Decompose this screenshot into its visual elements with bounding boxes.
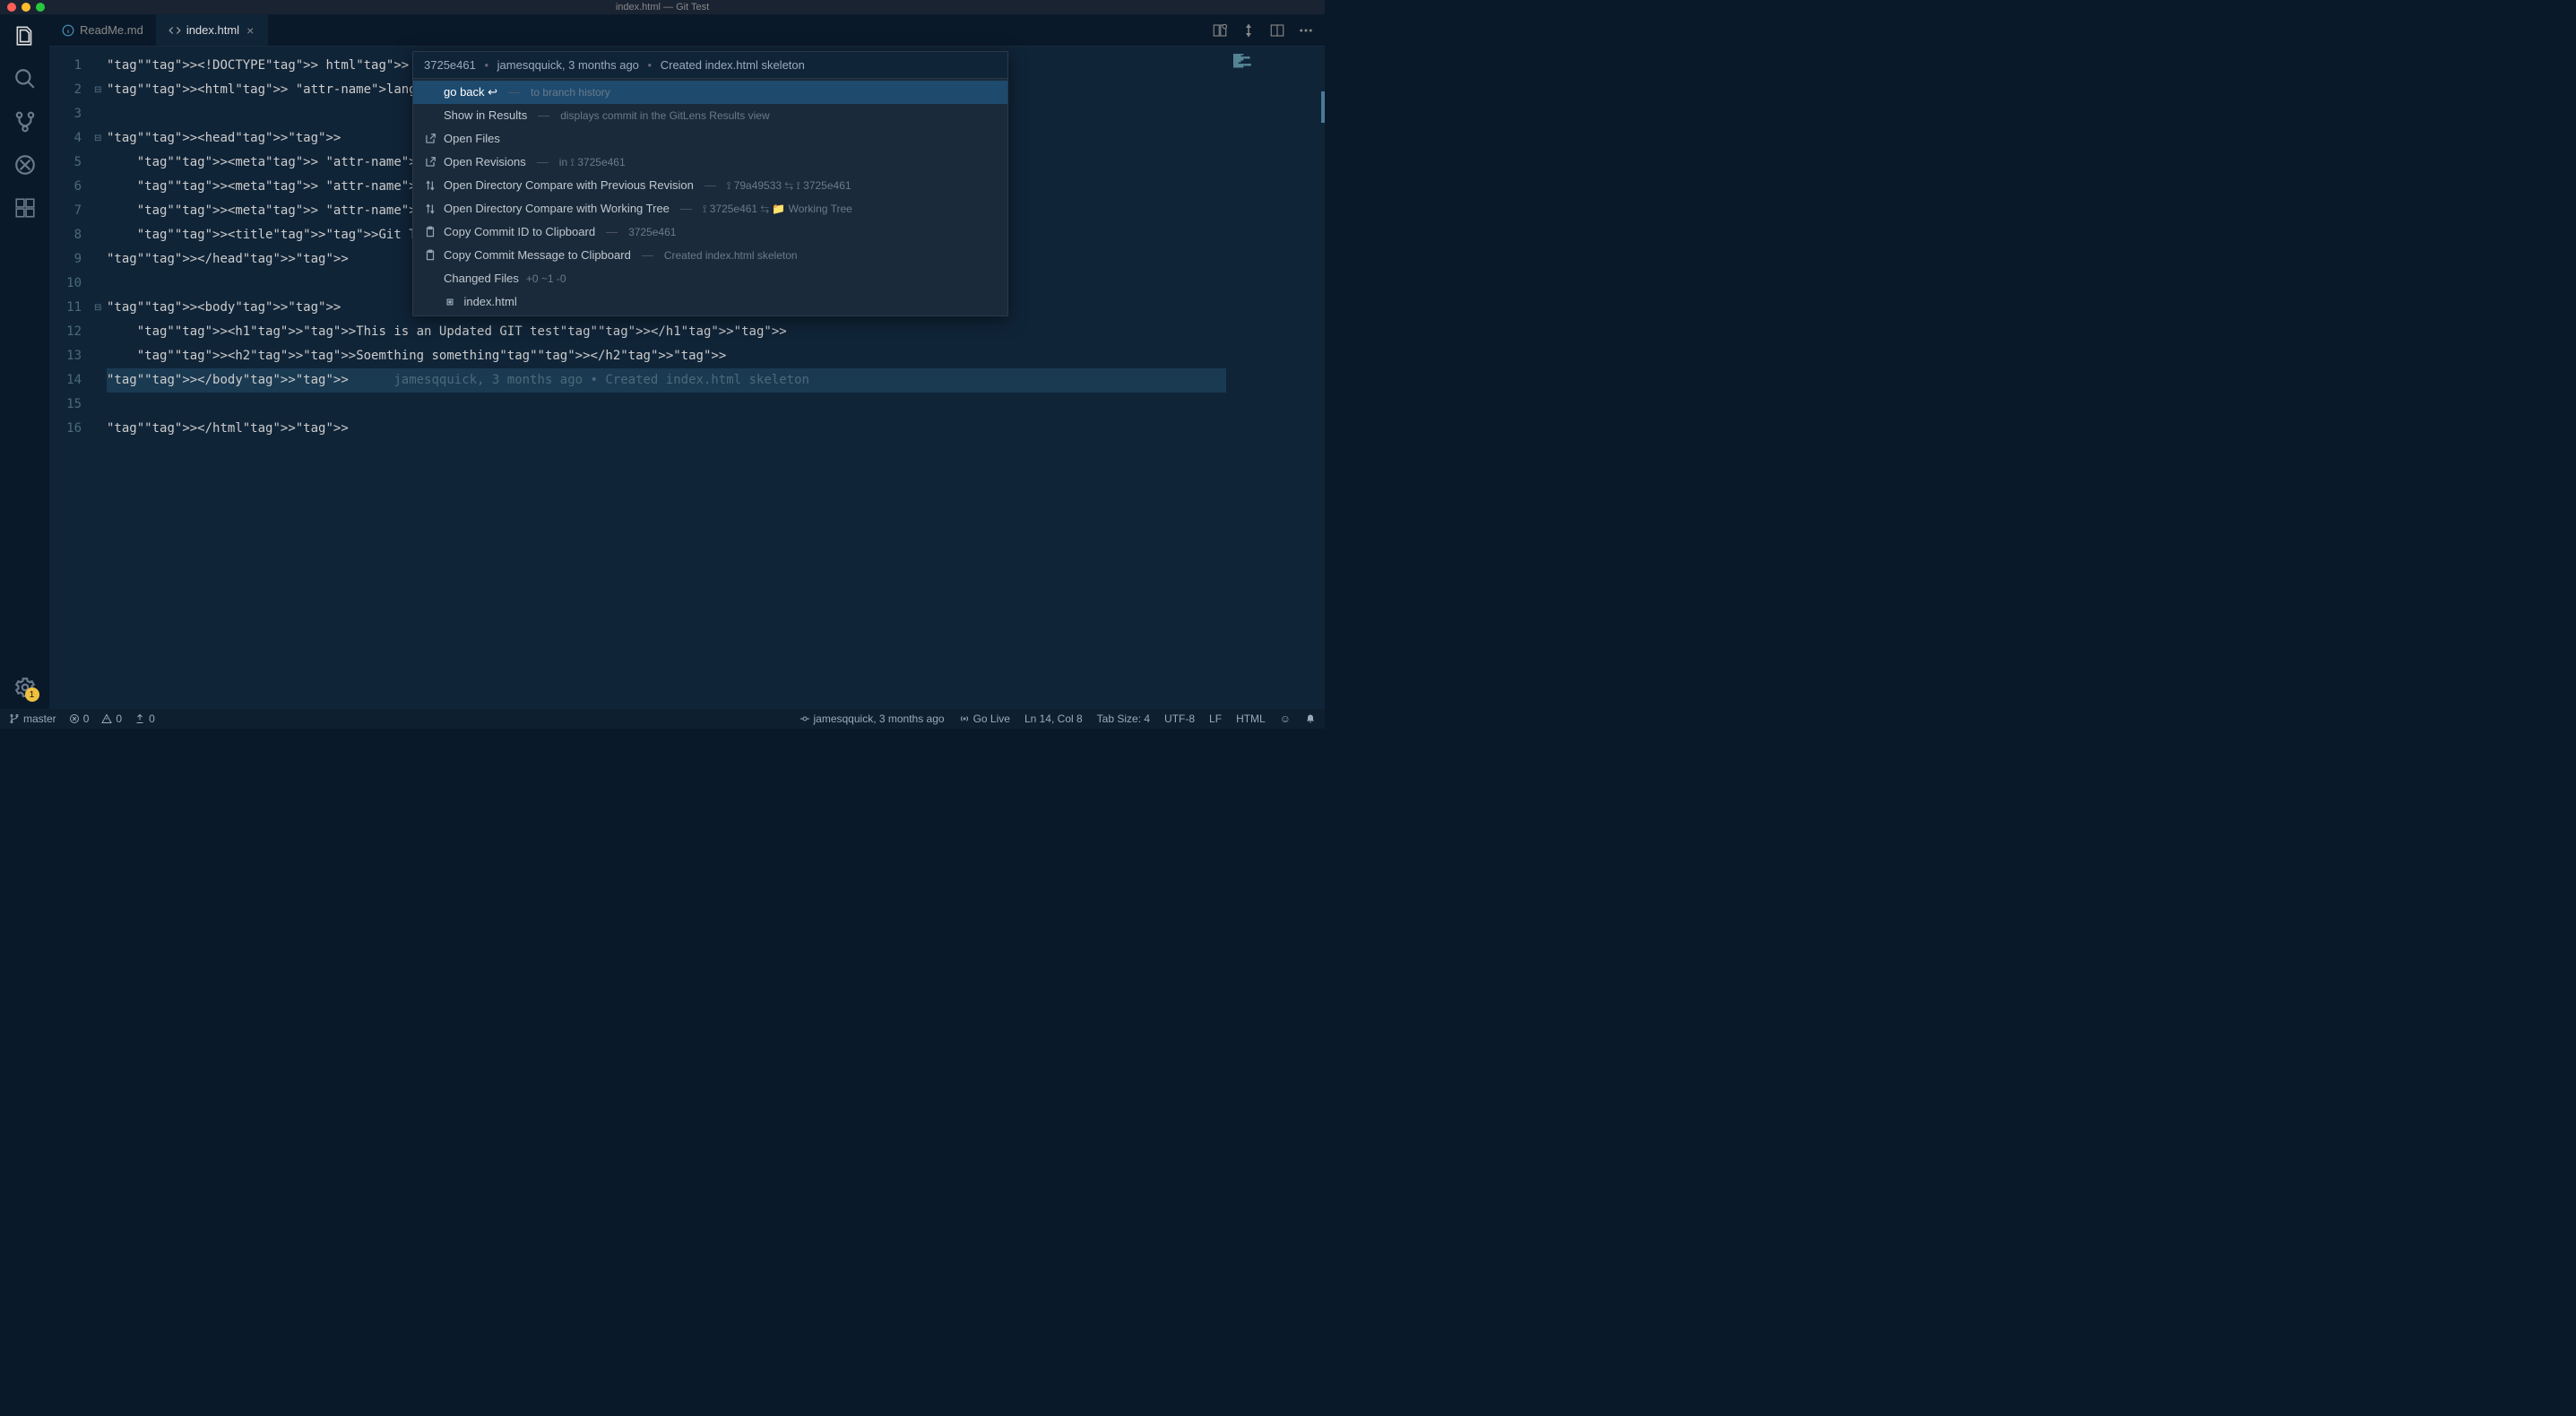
search-icon[interactable]	[13, 66, 38, 91]
encoding[interactable]: UTF-8	[1164, 712, 1195, 725]
error-icon	[69, 713, 80, 724]
palette-header: 3725e461 • jamesqquick, 3 months ago • C…	[413, 52, 1007, 79]
compare-changes-icon[interactable]	[1212, 22, 1228, 39]
palette-item-label: Copy Commit Message to Clipboard	[444, 246, 631, 265]
feedback-icon[interactable]: ☺	[1280, 712, 1291, 725]
palette-list: go back ↩—to branch historyShow in Resul…	[413, 79, 1007, 315]
tab-bar: ReadMe.md index.html ×	[49, 14, 1325, 47]
palette-item-label: index.html	[463, 292, 516, 312]
commit-message: Created index.html skeleton	[661, 58, 805, 72]
tab-index-html[interactable]: index.html ×	[156, 14, 268, 46]
palette-item-label: Open Files	[444, 129, 500, 149]
compare-icon	[424, 179, 437, 192]
palette-item[interactable]: go back ↩—to branch history	[413, 81, 1007, 104]
eol[interactable]: LF	[1209, 712, 1222, 725]
palette-item[interactable]: Copy Commit ID to Clipboard—3725e461	[413, 220, 1007, 244]
errors-indicator[interactable]: 0	[69, 712, 90, 725]
palette-item[interactable]: Open Revisions—in ⟟ 3725e461	[413, 151, 1007, 174]
minimap[interactable]: ████████████████████████████████████████…	[1226, 47, 1325, 709]
warning-icon	[101, 713, 112, 724]
explorer-icon[interactable]	[13, 23, 38, 48]
file-icon	[444, 296, 456, 308]
window-close-button[interactable]	[7, 3, 16, 12]
remote-indicator[interactable]: 0	[134, 712, 155, 725]
palette-item[interactable]: Open Files	[413, 127, 1007, 151]
status-bar: master 0 0 0 jamesqquick, 3 months ago G…	[0, 709, 1325, 729]
branch-indicator[interactable]: master	[9, 712, 56, 725]
editor[interactable]: 12345678910111213141516 ⊟⊟⊟ "tag""tag">>…	[49, 47, 1325, 709]
titlebar: index.html — Git Test	[0, 0, 1325, 14]
extensions-icon[interactable]	[13, 195, 38, 220]
tab-size[interactable]: Tab Size: 4	[1097, 712, 1150, 725]
minimap-slider[interactable]	[1321, 91, 1325, 123]
cursor-position[interactable]: Ln 14, Col 8	[1024, 712, 1083, 725]
open-icon	[424, 133, 437, 145]
commit-author: jamesqquick, 3 months ago	[497, 58, 639, 72]
code-icon	[169, 24, 181, 37]
commit-icon	[800, 713, 810, 724]
palette-item-hint: ⟟ 3725e461 ⇆ 📁 Working Tree	[703, 199, 852, 219]
activity-bar: 1	[0, 14, 49, 709]
split-editor-icon[interactable]	[1269, 22, 1285, 39]
gitlens-commit-palette: 3725e461 • jamesqquick, 3 months ago • C…	[412, 51, 1008, 316]
palette-item[interactable]: Open Directory Compare with Working Tree…	[413, 197, 1007, 220]
line-number-gutter: 12345678910111213141516	[49, 47, 94, 709]
tab-label: index.html	[186, 23, 239, 37]
palette-item-label: Open Revisions	[444, 152, 526, 172]
branch-icon	[9, 713, 20, 724]
palette-item-hint: in ⟟ 3725e461	[559, 152, 626, 172]
tab-label: ReadMe.md	[80, 23, 143, 37]
window-zoom-button[interactable]	[36, 3, 45, 12]
source-control-icon[interactable]	[13, 109, 38, 134]
clipboard-icon	[424, 249, 437, 262]
open-icon	[424, 156, 437, 168]
close-icon[interactable]: ×	[245, 23, 255, 38]
go-live-button[interactable]: Go Live	[959, 712, 1010, 725]
blame-status[interactable]: jamesqquick, 3 months ago	[800, 712, 945, 725]
palette-item[interactable]: Open Directory Compare with Previous Rev…	[413, 174, 1007, 197]
palette-item-hint: to branch history	[531, 82, 610, 102]
palette-item-label: Changed Files	[444, 269, 519, 289]
palette-item[interactable]: index.html	[413, 290, 1007, 314]
palette-item-hint: 3725e461	[628, 222, 676, 242]
remote-icon	[134, 713, 145, 724]
debug-icon[interactable]	[13, 152, 38, 177]
warnings-indicator[interactable]: 0	[101, 712, 122, 725]
more-icon[interactable]	[1298, 22, 1314, 39]
palette-item[interactable]: Changed Files +0 ~1 -0	[413, 267, 1007, 290]
notifications-icon[interactable]	[1305, 713, 1316, 724]
palette-item-hint: ⟟ 79a49533 ⇆ ⟟ 3725e461	[727, 176, 851, 195]
gitlens-icon[interactable]	[1240, 22, 1257, 39]
language-mode[interactable]: HTML	[1236, 712, 1266, 725]
info-icon	[62, 24, 74, 37]
palette-item[interactable]: Copy Commit Message to Clipboard—Created…	[413, 244, 1007, 267]
palette-item-hint: displays commit in the GitLens Results v…	[560, 106, 769, 125]
tab-readme[interactable]: ReadMe.md	[49, 14, 156, 46]
commit-hash: 3725e461	[424, 58, 476, 72]
clipboard-icon	[424, 226, 437, 238]
palette-item-label: go back ↩	[444, 82, 497, 102]
settings-icon[interactable]: 1	[13, 675, 38, 700]
fold-gutter: ⊟⊟⊟	[94, 47, 107, 709]
palette-item-label: Copy Commit ID to Clipboard	[444, 222, 595, 242]
settings-badge: 1	[25, 687, 39, 702]
palette-item-label: Open Directory Compare with Working Tree	[444, 199, 670, 219]
palette-item[interactable]: Show in Results—displays commit in the G…	[413, 104, 1007, 127]
window-title: index.html — Git Test	[616, 2, 709, 13]
palette-item-label: Show in Results	[444, 106, 527, 125]
compare-icon	[424, 203, 437, 215]
broadcast-icon	[959, 713, 970, 724]
window-minimize-button[interactable]	[22, 3, 30, 12]
palette-item-hint: +0 ~1 -0	[526, 269, 566, 289]
palette-item-label: Open Directory Compare with Previous Rev…	[444, 176, 694, 195]
palette-item-hint: Created index.html skeleton	[664, 246, 798, 265]
